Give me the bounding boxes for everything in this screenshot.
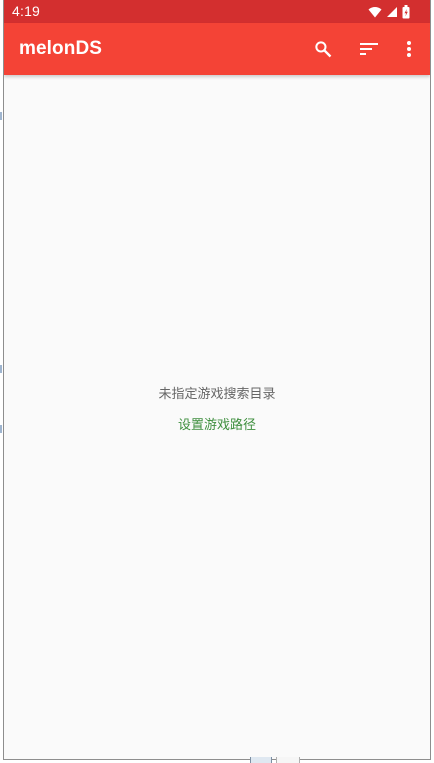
empty-message: 未指定游戏搜索目录 — [158, 387, 276, 402]
window-edge-mark — [0, 425, 2, 433]
battery-icon — [402, 4, 410, 19]
status-icons — [368, 4, 410, 19]
sort-button[interactable] — [351, 31, 387, 67]
toolbar-actions — [295, 31, 423, 67]
status-time: 4:19 — [12, 3, 41, 19]
status-bar: 4:19 — [4, 0, 430, 23]
search-button[interactable] — [305, 31, 341, 67]
window-edge-mark — [0, 365, 2, 373]
sort-icon — [359, 40, 379, 58]
search-icon — [313, 39, 333, 59]
phone-frame: 4:19 melonDS 未指定游戏搜索目录 设置游戏路径 — [3, 0, 431, 760]
device-screen: 4:19 melonDS 未指定游戏搜索目录 设置游戏路径 — [0, 0, 434, 763]
set-path-link[interactable]: 设置游戏路径 — [178, 417, 256, 435]
more-vert-icon — [406, 40, 412, 58]
empty-state: 未指定游戏搜索目录 设置游戏路径 — [4, 386, 430, 435]
more-options-button[interactable] — [395, 31, 423, 67]
taskbar-tab — [276, 757, 300, 763]
cell-signal-icon — [386, 6, 398, 18]
window-edge-mark — [0, 112, 2, 120]
rom-list-content: 未指定游戏搜索目录 设置游戏路径 — [4, 75, 430, 759]
taskbar-tab — [250, 757, 272, 763]
app-bar: melonDS — [4, 23, 430, 75]
taskbar-fragment — [250, 757, 300, 763]
wifi-icon — [368, 6, 382, 18]
app-title: melonDS — [19, 38, 103, 59]
